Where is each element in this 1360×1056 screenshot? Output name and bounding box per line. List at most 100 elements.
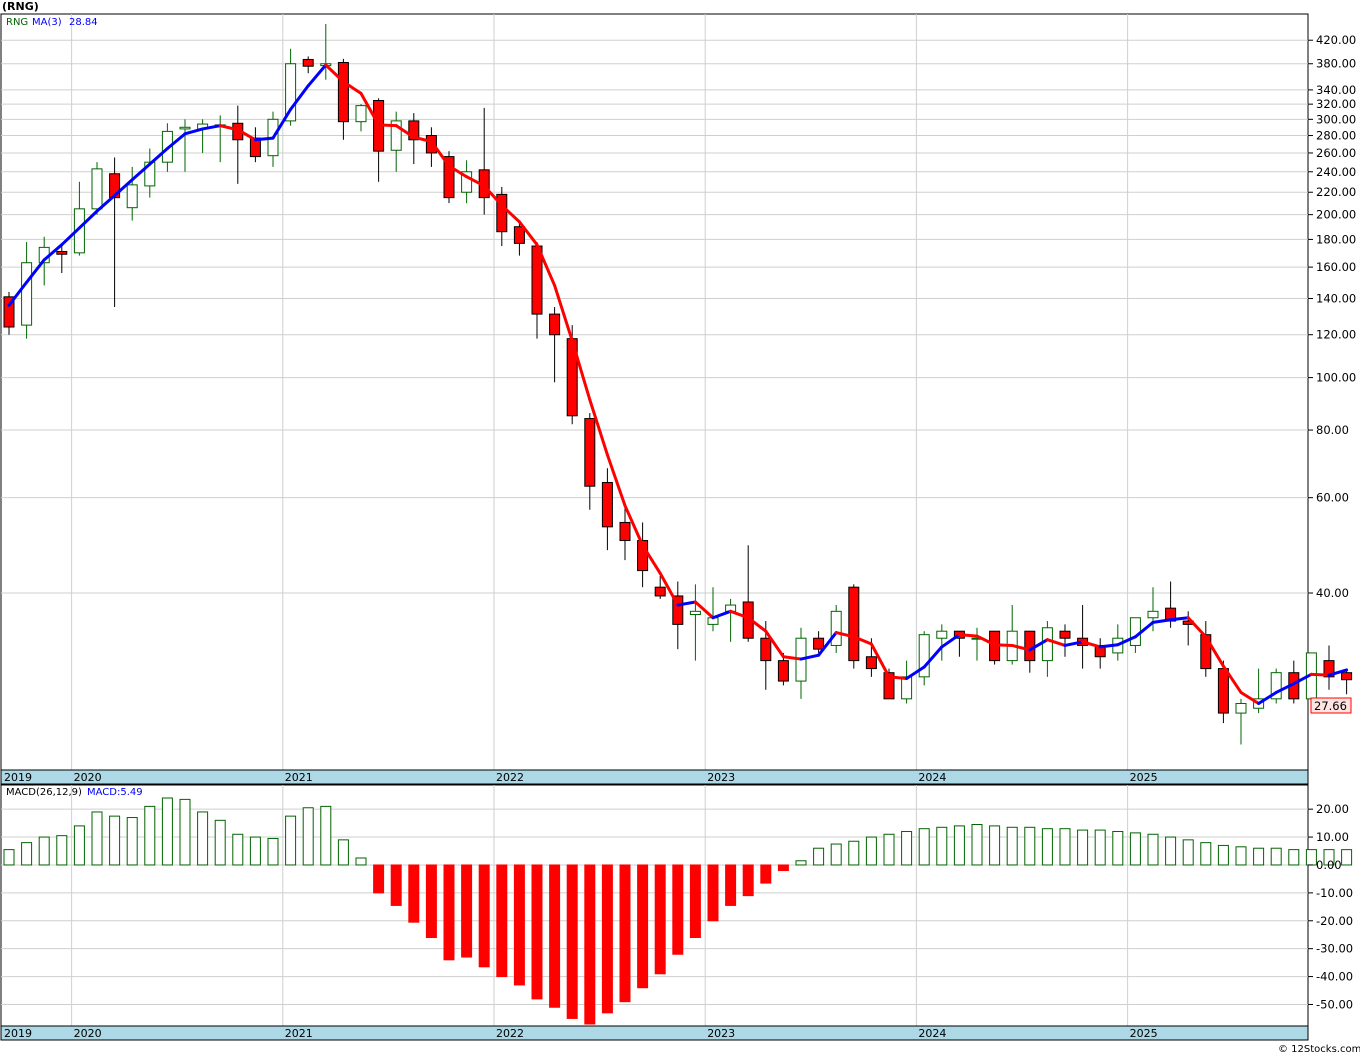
macd-bar-positive [1253, 847, 1265, 866]
macd-bar-negative [777, 864, 789, 872]
macd-bar-positive [38, 836, 50, 866]
macd-bar-positive [302, 807, 314, 866]
price-tick-label: 380.00 [1316, 57, 1356, 71]
candle-down [302, 58, 314, 67]
macd-tick-label: -50.00 [1316, 997, 1353, 1011]
candle-down [549, 313, 561, 336]
candle-down [1059, 630, 1071, 639]
macd-tick-label: -30.00 [1316, 942, 1353, 956]
candle-down [337, 62, 349, 123]
candle-up [1235, 702, 1247, 714]
macd-bar-positive [1024, 826, 1036, 866]
macd-tick-label: -40.00 [1316, 970, 1353, 984]
candle-up [91, 168, 103, 210]
macd-bar-negative [408, 864, 420, 923]
macd-bar-positive [1147, 833, 1159, 866]
macd-bar-negative [584, 864, 596, 1025]
legend-symbol: RNG [6, 17, 28, 28]
macd-bar-positive [936, 826, 948, 866]
candle-down [601, 482, 613, 528]
macd-bar-negative [689, 864, 701, 939]
macd-bar-positive [179, 798, 191, 866]
price-year-label: 2025 [1130, 771, 1158, 784]
macd-year-label: 2024 [918, 1027, 946, 1040]
price-tick-label: 140.00 [1316, 291, 1356, 305]
macd-tick-label: 20.00 [1316, 802, 1349, 816]
macd-bar-positive [73, 825, 85, 866]
macd-bar-negative [461, 864, 473, 958]
macd-bar-positive [1094, 829, 1106, 866]
candle-down [865, 656, 877, 670]
macd-bar-negative [742, 864, 754, 897]
macd-bar-negative [443, 864, 455, 961]
candle-down [777, 660, 789, 682]
macd-bar-positive [144, 805, 156, 866]
macd-bar-positive [1182, 839, 1194, 866]
macd-bar-positive [1341, 849, 1353, 866]
macd-bar-positive [1270, 847, 1282, 866]
macd-bar-positive [1305, 849, 1317, 866]
macd-bar-positive [1041, 828, 1053, 866]
candle-up [179, 126, 191, 130]
macd-bar-positive [1129, 832, 1141, 866]
macd-bar-positive [126, 817, 138, 866]
macd-bar-positive [232, 833, 244, 866]
macd-bar-negative [672, 864, 684, 955]
candle-down [619, 521, 631, 542]
price-year-label: 2020 [74, 771, 102, 784]
macd-bar-positive [197, 811, 209, 866]
macd-bar-positive [795, 860, 807, 866]
candle-up [355, 105, 367, 123]
macd-tick-label: -20.00 [1316, 914, 1353, 928]
candle-up [1129, 617, 1141, 646]
macd-bar-negative [390, 864, 402, 906]
price-tick-label: 260.00 [1316, 146, 1356, 160]
candle-up [1041, 627, 1053, 662]
last-price-marker: 27.66 [1310, 697, 1352, 714]
macd-bar-positive [109, 815, 121, 866]
candle-down [654, 586, 666, 597]
macd-bar-positive [813, 847, 825, 866]
macd-bar-positive [1200, 842, 1212, 866]
macd-bar-negative [373, 864, 385, 894]
price-tick-label: 180.00 [1316, 232, 1356, 246]
macd-bar-negative [637, 864, 649, 989]
candle-down [1024, 630, 1036, 662]
macd-value: MACD:5.49 [87, 787, 143, 798]
macd-bar-positive [337, 839, 349, 866]
macd-year-label: 2023 [707, 1027, 735, 1040]
price-tick-label: 60.00 [1316, 491, 1349, 505]
candle-down [1217, 668, 1229, 714]
macd-bar-positive [355, 857, 367, 866]
ma-segment [1309, 672, 1331, 677]
macd-tick-label: 10.00 [1316, 830, 1349, 844]
price-tick-label: 420.00 [1316, 33, 1356, 47]
macd-bar-positive [91, 811, 103, 866]
macd-bar-positive [1059, 828, 1071, 866]
macd-bar-positive [1235, 846, 1247, 866]
macd-label: MACD(26,12,9) [6, 787, 82, 798]
ma-segment [253, 136, 275, 142]
price-year-label: 2024 [918, 771, 946, 784]
macd-bar-positive [1077, 829, 1089, 866]
candle-up [21, 262, 33, 326]
legend-ma-value: 28.84 [69, 17, 98, 28]
candle-down [760, 637, 772, 662]
price-year-label: 2022 [496, 771, 524, 784]
ma-segment [377, 123, 398, 128]
chart-title: (RNG) [2, 0, 39, 13]
ma-segment [993, 643, 1014, 647]
macd-bar-negative [654, 864, 666, 975]
watermark: © 12Stocks.com [1278, 1044, 1360, 1055]
macd-bar-positive [1112, 830, 1124, 866]
price-tick-label: 240.00 [1316, 165, 1356, 179]
macd-year-label: 2025 [1130, 1027, 1158, 1040]
candle-up [126, 184, 138, 209]
macd-bar-positive [1217, 844, 1229, 866]
candle-down [1341, 672, 1353, 681]
macd-bar-negative [531, 864, 543, 1000]
stock-chart: 420.00 380.00 340.00320.00300.00 280.00 260.… [0, 0, 1360, 1056]
macd-bar-negative [513, 864, 525, 986]
price-tick-label: 100.00 [1316, 371, 1356, 385]
macd-bar-negative [566, 864, 578, 1019]
